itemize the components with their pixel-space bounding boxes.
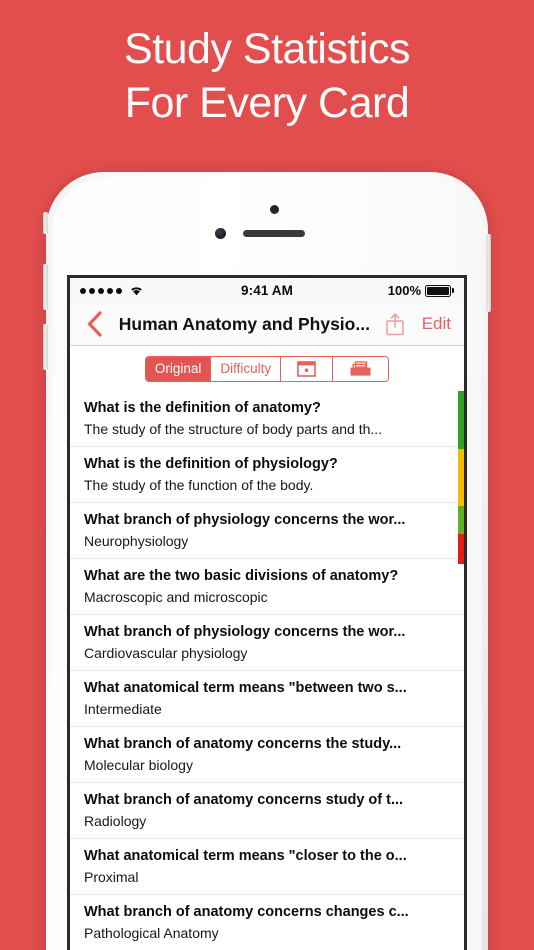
wifi-icon [131, 287, 142, 296]
table-row[interactable]: What branch of anatomy concerns study of… [70, 783, 464, 839]
segment-difficulty[interactable]: Difficulty [211, 356, 282, 381]
iphone-mockup: 9:41 AM 100% Human Anatomy and Physio...… [43, 172, 491, 950]
page-title: Study Statistics For Every Card [0, 22, 534, 130]
card-answer: Proximal [84, 869, 139, 885]
silence-switch-button[interactable] [43, 212, 48, 234]
card-question: What anatomical term means "closer to th… [84, 848, 407, 864]
segmented-control-container: Original Difficulty [70, 346, 464, 391]
back-chevron-icon[interactable] [83, 309, 105, 339]
share-icon[interactable] [384, 311, 406, 337]
flashcard-icon [297, 360, 316, 377]
status-bar-clock: 9:41 AM [241, 283, 293, 298]
table-row[interactable]: What is the definition of physiology? Th… [70, 447, 464, 503]
view-mode-segmented-control[interactable]: Original Difficulty [144, 355, 390, 382]
card-answer: Cardiovascular physiology [84, 645, 248, 661]
phone-screen: 9:41 AM 100% Human Anatomy and Physio...… [67, 275, 467, 950]
card-question: What branch of anatomy concerns changes … [84, 904, 409, 920]
headline-line-1: Study Statistics [124, 25, 410, 73]
table-row[interactable]: What branch of anatomy concerns the stud… [70, 727, 464, 783]
card-question: What are the two basic divisions of anat… [84, 568, 399, 584]
card-question: What anatomical term means "between two … [84, 680, 407, 696]
card-answer: Pathological Anatomy [84, 925, 219, 941]
table-row[interactable]: What anatomical term means "between two … [70, 671, 464, 727]
card-list[interactable]: What is the definition of anatomy? The s… [70, 391, 464, 950]
table-row[interactable]: What anatomical term means "closer to th… [70, 839, 464, 895]
card-question: What branch of anatomy concerns the stud… [84, 736, 402, 752]
deck-title: Human Anatomy and Physio... [118, 313, 370, 334]
card-answer: Macroscopic and microscopic [84, 589, 268, 605]
card-answer: The study of the function of the body. [84, 477, 314, 493]
battery-percent-label: 100% [387, 283, 421, 298]
card-answer: The study of the structure of body parts… [84, 421, 383, 437]
segment-original[interactable]: Original [145, 356, 212, 381]
navigation-bar: Human Anatomy and Physio... Edit [70, 303, 464, 346]
volume-up-button[interactable] [43, 264, 48, 310]
card-answer: Radiology [84, 813, 147, 829]
card-answer: Neurophysiology [84, 533, 189, 549]
card-answer: Intermediate [84, 701, 162, 717]
card-question: What is the definition of physiology? [84, 456, 338, 472]
segment-card-tray[interactable] [333, 356, 389, 381]
proximity-sensor-icon [270, 205, 279, 214]
power-button[interactable] [486, 234, 491, 312]
table-row[interactable]: What are the two basic divisions of anat… [70, 559, 464, 615]
status-bar: 9:41 AM 100% [70, 278, 464, 303]
card-answer: Molecular biology [84, 757, 193, 773]
headline-line-2: For Every Card [124, 79, 410, 127]
table-row[interactable]: What branch of physiology concerns the w… [70, 503, 464, 559]
volume-down-button[interactable] [43, 324, 48, 370]
card-tray-icon [350, 360, 371, 376]
front-camera-icon [215, 228, 226, 239]
card-question: What branch of physiology concerns the w… [84, 512, 406, 528]
status-bar-right: 100% [334, 283, 454, 298]
card-question: What is the definition of anatomy? [84, 400, 321, 416]
edit-button[interactable]: Edit [422, 314, 451, 334]
segment-flashcard[interactable] [281, 356, 334, 381]
signal-strength-icon [80, 287, 122, 294]
table-row[interactable]: What branch of anatomy concerns changes … [70, 895, 464, 950]
card-question: What branch of anatomy concerns study of… [84, 792, 404, 808]
table-row[interactable]: What branch of physiology concerns the w… [70, 615, 464, 671]
card-question: What branch of physiology concerns the w… [84, 624, 406, 640]
status-bar-left [80, 285, 200, 296]
earpiece-speaker [243, 230, 305, 237]
table-row[interactable]: What is the definition of anatomy? The s… [70, 391, 464, 447]
battery-icon [425, 284, 454, 297]
